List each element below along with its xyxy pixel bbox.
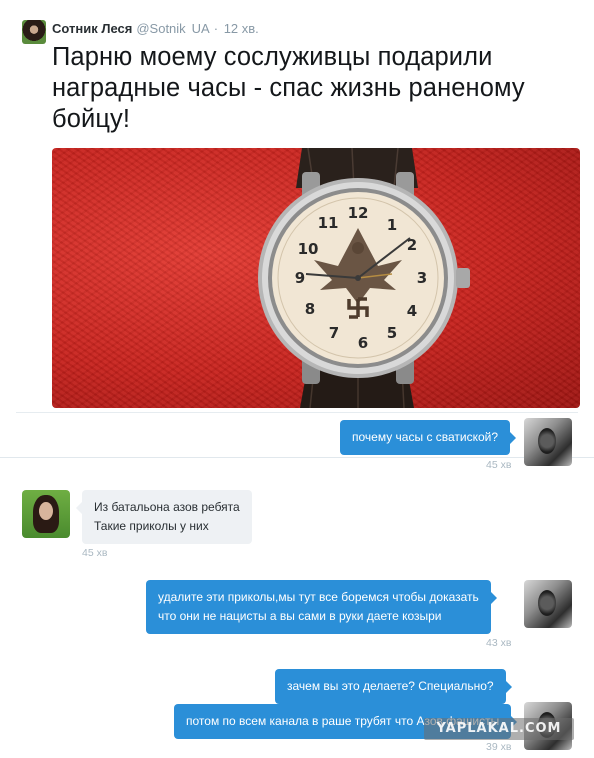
svg-text:8: 8 [305,300,315,318]
tweet-timestamp[interactable]: 12 хв. [224,21,259,36]
svg-text:1: 1 [387,216,397,234]
message-timestamp: 43 хв [486,637,512,649]
svg-text:4: 4 [407,302,417,320]
tweet-header: Сотник Леся @Sotnik UA · 12 хв. [52,20,259,38]
svg-text:9: 9 [295,269,305,287]
message-text: почему часы с сватиской? [352,430,499,444]
tweet-flag-label: UA [191,21,210,36]
my-avatar[interactable] [524,418,572,466]
tweet-text: Парню моему сослуживцы подарили наградны… [52,43,525,133]
svg-text:7: 7 [329,324,339,342]
contact-avatar[interactable] [22,490,70,538]
tweet-card: Сотник Леся @Sotnik UA · 12 хв. Парню моему… [0,0,594,458]
svg-text:10: 10 [298,240,319,258]
svg-text:12: 12 [348,204,369,222]
message-timestamp: 45 хв [486,459,512,471]
tweet-author-handle[interactable]: @Sotnik [136,21,185,36]
chat-message-out[interactable]: удалите эти приколы,мы тут все боремся ч… [146,580,497,634]
tweet-dot-separator: · [213,21,219,36]
chat-message-out[interactable]: почему часы с сватиской? [340,420,517,455]
watch-photo-icon: 12 1 2 3 4 5 6 7 8 9 10 11 [258,148,470,408]
message-timestamp: 39 хв [486,741,512,753]
svg-text:3: 3 [417,269,427,287]
tweet-photo[interactable]: 12 1 2 3 4 5 6 7 8 9 10 11 [52,148,580,408]
svg-text:6: 6 [358,334,368,352]
message-timestamp: 45 хв [82,547,108,559]
message-text: Из батальона азов ребята [94,500,240,514]
message-text: удалите эти приколы,мы тут все боремся ч… [158,590,479,604]
message-text: Такие приколы у них [94,519,209,533]
chat-message-in[interactable]: Из батальона азов ребята Такие приколы у… [76,490,252,544]
svg-text:5: 5 [387,324,397,342]
chat-message-out[interactable]: зачем вы это делаете? Специально? [275,669,512,704]
watermark-logo: YAPLAKAL.COM [424,718,574,740]
svg-text:11: 11 [318,214,339,232]
my-avatar[interactable] [524,580,572,628]
tweet-author-avatar[interactable] [22,20,46,44]
tweet-separator [16,412,578,413]
message-text: что они не нацисты а вы сами в руки дает… [158,609,442,623]
tweet-author-name[interactable]: Сотник Леся [52,21,132,36]
message-text: зачем вы это делаете? Специально? [287,679,494,693]
